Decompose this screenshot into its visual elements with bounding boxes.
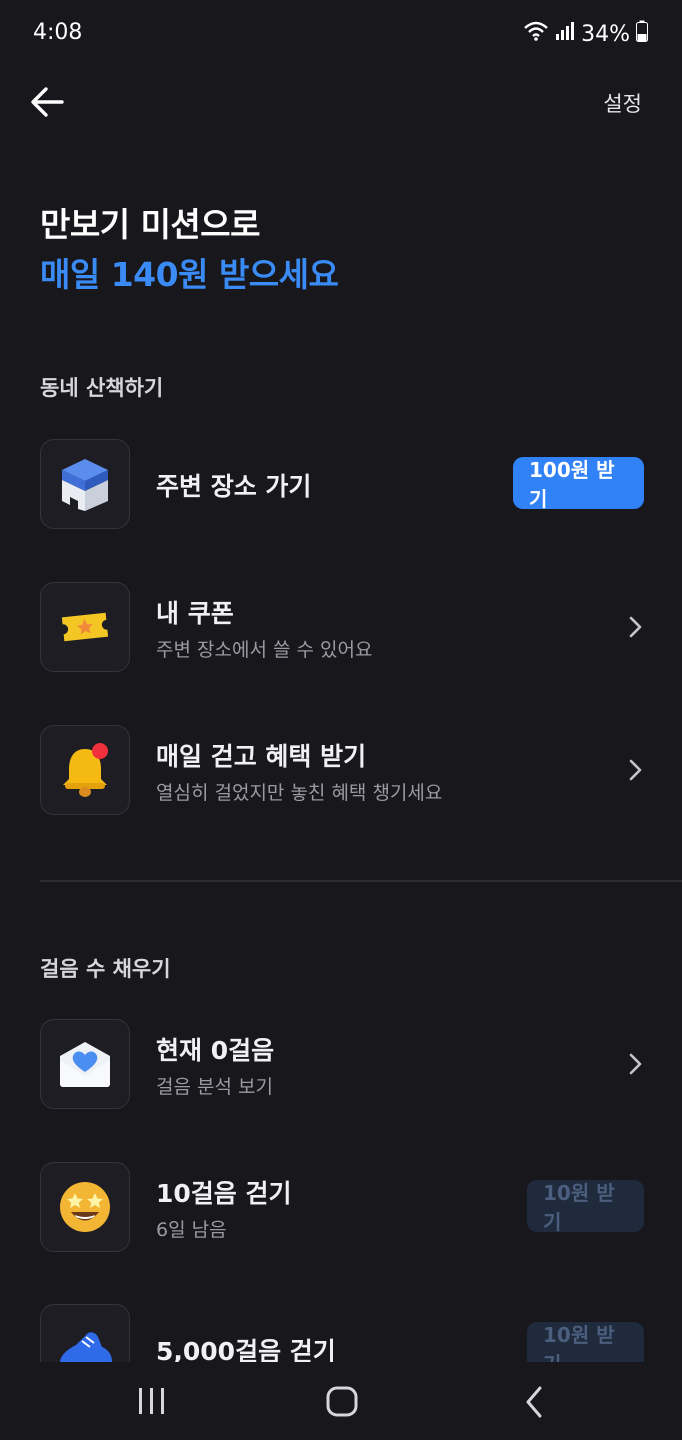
- mission-title: 주변 장소 가기: [156, 472, 312, 501]
- my-coupons-item[interactable]: 내 쿠폰 주변 장소에서 쓸 수 있어요: [40, 582, 644, 672]
- star-eyes-emoji-icon: [40, 1162, 130, 1252]
- bell-icon: [40, 725, 130, 815]
- settings-button[interactable]: 설정: [603, 88, 642, 118]
- back-button[interactable]: [28, 82, 68, 122]
- get-100-won-button[interactable]: 100원 받기: [513, 457, 644, 511]
- recent-apps-button[interactable]: [132, 1384, 172, 1420]
- section-divider: [40, 880, 682, 882]
- mission-subtitle: 주변 장소에서 쓸 수 있어요: [156, 639, 373, 661]
- get-10-won-button[interactable]: 10원 받기: [527, 1180, 644, 1234]
- mission-subtitle: 걸음 분석 보기: [156, 1076, 273, 1098]
- system-back-button[interactable]: [518, 1384, 550, 1420]
- mission-title: 10걸음 걷기: [156, 1179, 292, 1208]
- get-10-won-button[interactable]: 10원 받기: [527, 1322, 644, 1362]
- section-title-walk-neighborhood: 동네 산책하기: [40, 376, 164, 400]
- section-title-fill-steps: 걸음 수 채우기: [40, 957, 171, 981]
- battery-icon: [636, 20, 648, 48]
- hero-title: 만보기 미션으로: [40, 205, 261, 244]
- chevron-right-icon: [629, 616, 642, 638]
- ticket-icon: [40, 582, 130, 672]
- mission-subtitle: 6일 남음: [156, 1219, 227, 1241]
- chevron-right-icon: [629, 759, 642, 781]
- screen-content: 4:08 34% 설정 만보기 미션으로 매일 140원 받으세요 동네 산책하…: [0, 0, 682, 1362]
- hero-reward-text: 매일 140원 받으세요: [40, 255, 339, 294]
- signal-icon: [555, 21, 575, 47]
- home-icon: [326, 1386, 358, 1417]
- map-block-icon: [40, 439, 130, 529]
- mission-title: 5,000걸음 걷기: [156, 1337, 336, 1362]
- status-bar: 4:08 34%: [0, 0, 682, 68]
- arrow-left-icon: [31, 87, 64, 117]
- mission-title: 현재 0걸음: [156, 1036, 275, 1065]
- status-time: 4:08: [33, 20, 83, 45]
- mission-subtitle: 열심히 걸었지만 놓친 혜택 챙기세요: [156, 782, 443, 804]
- system-navigation-bar: [0, 1362, 682, 1440]
- wifi-icon: [523, 20, 549, 48]
- walk-5000-steps-mission[interactable]: 5,000걸음 걷기 10원 받기: [40, 1304, 644, 1362]
- current-steps-item[interactable]: 현재 0걸음 걸음 분석 보기: [40, 1019, 644, 1109]
- recent-apps-icon: [139, 1388, 164, 1414]
- top-bar: 설정: [0, 70, 682, 134]
- sneaker-icon: [40, 1304, 130, 1362]
- mission-title: 내 쿠폰: [156, 599, 234, 628]
- hero-heading: 만보기 미션으로 매일 140원 받으세요: [40, 200, 339, 300]
- chevron-left-icon: [526, 1386, 542, 1418]
- status-icons: 34%: [523, 20, 648, 48]
- daily-walk-benefit-item[interactable]: 매일 걷고 혜택 받기 열심히 걸었지만 놓친 혜택 챙기세요: [40, 725, 644, 815]
- chevron-right-icon: [629, 1053, 642, 1075]
- walk-10-steps-mission[interactable]: 10걸음 걷기 6일 남음 10원 받기: [40, 1162, 644, 1252]
- mission-title: 매일 걷고 혜택 받기: [156, 742, 367, 771]
- battery-text: 34%: [581, 21, 630, 47]
- home-button[interactable]: [322, 1384, 362, 1420]
- envelope-heart-icon: [40, 1019, 130, 1109]
- mission-visit-nearby[interactable]: 주변 장소 가기 100원 받기: [40, 439, 644, 529]
